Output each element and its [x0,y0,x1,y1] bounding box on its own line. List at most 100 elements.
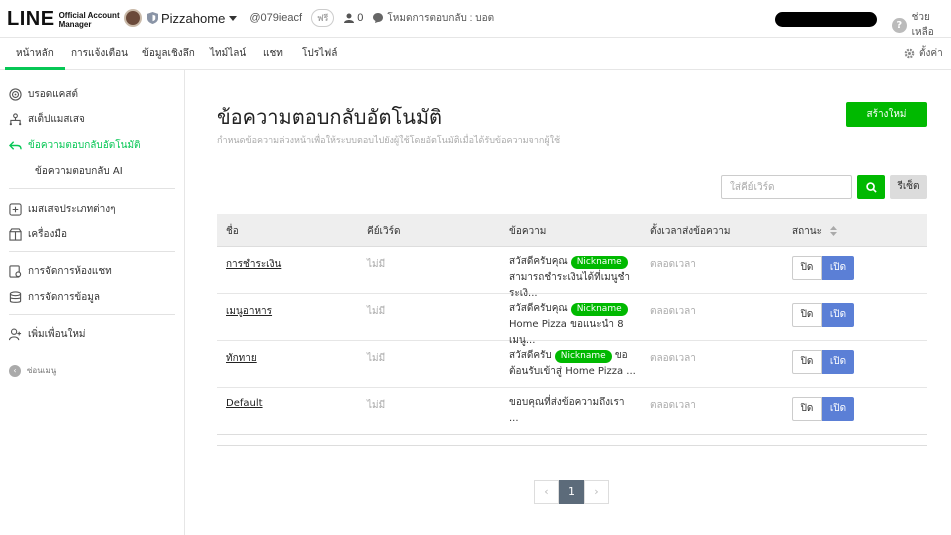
account-avatar [124,9,142,27]
tab-home[interactable]: หน้าหลัก [5,38,65,70]
collapse-menu-button[interactable]: ‹ ซ่อนเมนู [9,364,56,377]
redacted-user-info [775,12,877,27]
shield-icon [147,12,158,24]
line-oa-logo[interactable]: LINE Official Account Manager [7,8,120,31]
column-header-message: ข้อความ [509,226,547,237]
tab-profile[interactable]: โปรไฟล์ [302,38,337,70]
schedule-cell: ตลอดเวลา [650,259,696,270]
status-toggle: ปิด เปิด [792,303,854,327]
reply-name-link[interactable]: Default [226,398,263,409]
nickname-tag: Nickname [554,350,612,363]
sidebar-divider [9,314,175,315]
page-title: ข้อความตอบกลับอัตโนมัติ [217,105,443,129]
pagination: ‹ 1 › [534,480,609,504]
sidebar-item-auto-reply[interactable]: ข้อความตอบกลับอัตโนมัติ [9,137,141,153]
table-header: ชื่อ คีย์เวิร์ด ข้อความ ตั้งเวลาส่งข้อคว… [217,214,927,247]
page-subtitle: กำหนดข้อความล่วงหน้าเพื่อให้ระบบตอบไปยัง… [217,136,561,146]
settings-link[interactable]: ตั้งค่า [904,46,943,61]
sort-icon [830,226,838,236]
tab-notifications[interactable]: การแจ้งเตือน [71,38,128,70]
gear-icon [904,48,915,59]
keyword-cell: ไม่มี [367,259,386,270]
message-cell: ขอบคุณที่ส่งข้อความถึงเรา ... [509,397,625,424]
sidebar: บรอดแคสต์ สเต็ปแมสเสจ ข้อความตอบกลับอัตโ… [0,70,185,535]
main-nav: หน้าหลัก การแจ้งเตือน ข้อมูลเชิงลึก ไทม์… [0,38,951,70]
search-button[interactable] [857,175,885,199]
help-icon: ? [892,17,907,33]
tab-chat[interactable]: แชท [263,38,283,70]
search-icon [865,181,877,193]
status-toggle: ปิด เปิด [792,397,854,421]
top-bar: LINE Official Account Manager Pizzahome @… [0,0,951,38]
sidebar-item-chat-management[interactable]: การจัดการห้องแชท [9,263,112,279]
tab-insights[interactable]: ข้อมูลเชิงลึก [142,38,195,70]
schedule-cell: ตลอดเวลา [650,400,696,411]
nickname-tag: Nickname [570,303,628,316]
status-toggle: ปิด เปิด [792,256,854,280]
table-row: เมนูอาหาร ไม่มี สวัสดีครับคุณ Nickname Ho… [217,294,927,346]
sidebar-divider [9,251,175,252]
account-switcher[interactable]: Pizzahome @079ieacf ฟรี 0 โหมดการตอบกลับ… [124,9,494,27]
table-row: Default ไม่มี ขอบคุณที่ส่งข้อความถึงเรา … [217,388,927,435]
sidebar-item-ai-reply[interactable]: ข้อความตอบกลับ AI [35,164,123,179]
tab-timeline[interactable]: ไทม์ไลน์ [210,38,246,70]
sidebar-item-data-management[interactable]: การจัดการข้อมูล [9,289,100,305]
previous-page-button[interactable]: ‹ [534,480,559,504]
sidebar-item-tools[interactable]: เครื่องมือ [9,226,67,242]
add-friend-icon [9,328,22,340]
person-icon [344,13,355,23]
chevron-left-icon: ‹ [9,364,21,377]
keyword-cell: ไม่มี [367,306,386,317]
keyword-cell: ไม่มี [367,400,386,411]
table-row: การชำระเงิน ไม่มี สวัสดีครับคุณ Nickname … [217,247,927,299]
sidebar-item-step-message[interactable]: สเต็ปแมสเสจ [9,111,85,127]
reply-name-link[interactable]: การชำระเงิน [226,257,281,272]
sidebar-divider [9,188,175,189]
tools-icon [9,227,22,241]
column-header-status[interactable]: สถานะ [792,224,838,239]
status-off-button[interactable]: ปิด [792,256,822,280]
schedule-cell: ตลอดเวลา [650,306,696,317]
nickname-tag: Nickname [570,256,628,269]
status-on-button[interactable]: เปิด [822,303,854,327]
message-types-icon [9,202,22,216]
response-mode[interactable]: โหมดการตอบกลับ : บอต [373,11,494,26]
broadcast-icon [9,87,22,101]
auto-reply-table: ชื่อ คีย์เวิร์ด ข้อความ ตั้งเวลาส่งข้อคว… [217,214,927,435]
help-link[interactable]: ? ช่วยเหลือ [892,10,951,40]
reset-button[interactable]: รีเซ็ต [890,175,927,199]
sidebar-item-broadcast[interactable]: บรอดแคสต์ [9,86,78,102]
table-row: ทักทาย ไม่มี สวัสดีครับ Nickname ขอ ต้อนร… [217,341,927,388]
data-manage-icon [9,290,22,303]
create-new-button[interactable]: สร้างใหม่ [846,102,927,127]
chat-bubble-icon [373,13,384,23]
plan-badge: ฟรี [311,9,335,27]
column-header-name: ชื่อ [226,226,239,237]
reply-name-link[interactable]: ทักทาย [226,351,257,366]
status-on-button[interactable]: เปิด [822,350,854,374]
friend-count: 0 [344,12,363,24]
page-number-button[interactable]: 1 [559,480,584,504]
logo-subtext: Official Account Manager [58,10,120,29]
column-header-schedule: ตั้งเวลาส่งข้อความ [650,226,731,237]
reply-name-link[interactable]: เมนูอาหาร [226,304,272,319]
message-cell: สวัสดีครับ Nickname ขอ ต้อนรับเข้าสู่ Hom… [509,350,636,377]
status-toggle: ปิด เปิด [792,350,854,374]
account-name: Pizzahome [161,10,226,26]
column-header-keyword: คีย์เวิร์ด [367,226,401,237]
status-on-button[interactable]: เปิด [822,397,854,421]
status-off-button[interactable]: ปิด [792,350,822,374]
chat-manage-icon [9,264,22,278]
sidebar-item-add-friends[interactable]: เพิ่มเพื่อนใหม่ [9,326,86,342]
next-page-button[interactable]: › [584,480,609,504]
status-off-button[interactable]: ปิด [792,397,822,421]
status-on-button[interactable]: เปิด [822,256,854,280]
chevron-down-icon [229,15,238,21]
keyword-search-input[interactable] [721,175,852,199]
auto-reply-icon [9,140,22,150]
step-message-icon [9,112,22,125]
sidebar-item-message-types[interactable]: เมสเสจประเภทต่างๆ [9,201,116,217]
keyword-cell: ไม่มี [367,353,386,364]
logo-text: LINE [7,8,55,30]
status-off-button[interactable]: ปิด [792,303,822,327]
